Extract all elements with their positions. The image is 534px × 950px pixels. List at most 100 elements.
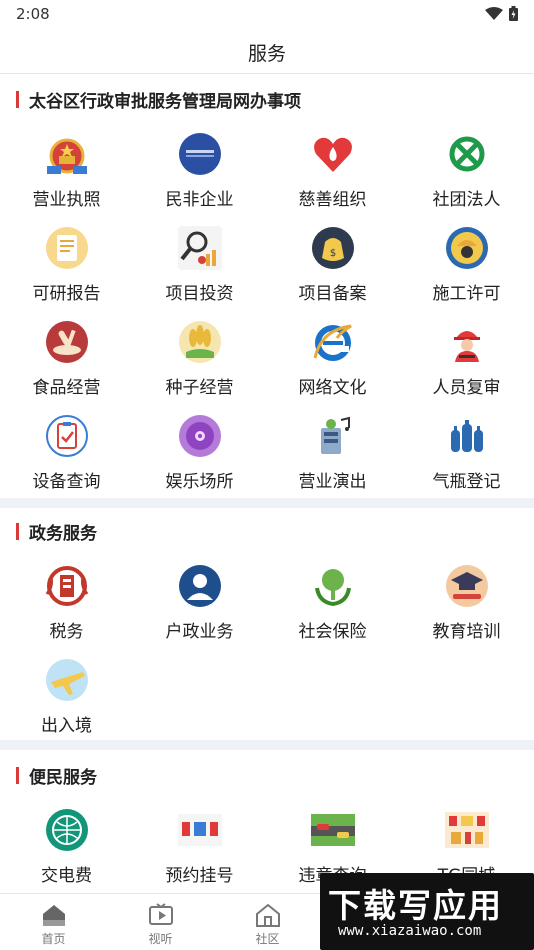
service-label: 教育培训 <box>432 622 501 642</box>
service-personnel-review[interactable]: 人员复审 <box>400 320 533 410</box>
appointment-icon <box>178 814 222 846</box>
traffic-violation-icon <box>311 814 355 846</box>
section-accent-bar <box>16 766 19 784</box>
social-insurance-icon <box>311 564 355 608</box>
service-label: 施工许可 <box>432 284 501 304</box>
section-title: 太谷区行政审批服务管理局网办事项 <box>29 91 301 112</box>
section-government-office: 太谷区行政审批服务管理局网办事项 营业执照 民非企业 慈善组织 社团法人 可研报… <box>0 88 534 498</box>
service-label: 食品经营 <box>32 378 101 398</box>
service-label: 预约挂号 <box>165 866 234 886</box>
music-disc-icon <box>179 415 221 457</box>
service-seed-business[interactable]: 种子经营 <box>133 320 266 410</box>
service-entertainment-venue[interactable]: 娱乐场所 <box>133 414 266 504</box>
charity-heart-icon <box>311 132 355 176</box>
section-title: 政务服务 <box>29 523 97 544</box>
graduation-cap-icon <box>446 565 488 607</box>
service-label: 项目投资 <box>165 284 234 304</box>
service-commercial-performance[interactable]: 营业演出 <box>266 414 399 504</box>
internet-explorer-icon <box>313 324 352 361</box>
service-charity[interactable]: 慈善组织 <box>266 132 399 222</box>
service-non-profit-enterprise[interactable]: 民非企业 <box>133 132 266 222</box>
report-document-icon <box>46 227 88 269</box>
service-label: 户政业务 <box>165 622 234 642</box>
watermark-url: www.xiazaiwao.com <box>338 923 482 939</box>
service-exit-entry[interactable]: 出入境 <box>0 658 133 748</box>
service-education-training[interactable]: 教育培训 <box>400 564 533 654</box>
battery-icon <box>509 6 518 21</box>
service-label: 社团法人 <box>432 190 501 210</box>
service-label: 交电费 <box>41 866 92 886</box>
service-label: 设备查询 <box>32 472 101 492</box>
svg-text:$: $ <box>330 248 336 259</box>
service-project-investment[interactable]: 项目投资 <box>133 226 266 316</box>
person-icon <box>179 565 221 607</box>
tab-label: 首页 <box>41 932 66 946</box>
tab-label: 社区 <box>255 932 280 946</box>
service-label: 营业演出 <box>298 472 367 492</box>
status-time: 2:08 <box>16 5 50 23</box>
service-label: 税务 <box>49 622 84 642</box>
service-label: 民非企业 <box>165 190 234 210</box>
clipboard-check-icon <box>46 415 88 457</box>
service-label: 营业执照 <box>32 190 101 210</box>
status-icons <box>485 6 518 21</box>
service-internet-culture[interactable]: 网络文化 <box>266 320 399 410</box>
service-household-registration[interactable]: 户政业务 <box>133 564 266 654</box>
service-label: 慈善组织 <box>298 190 367 210</box>
service-food-business[interactable]: 食品经营 <box>0 320 133 410</box>
service-project-filing[interactable]: $ 项目备案 <box>266 226 399 316</box>
service-label: 人员复审 <box>432 378 501 398</box>
service-label: 网络文化 <box>298 378 367 398</box>
section-header: 太谷区行政审批服务管理局网办事项 <box>16 88 301 112</box>
food-plate-icon <box>46 321 88 363</box>
service-label: 项目备案 <box>298 284 367 304</box>
service-feasibility-report[interactable]: 可研报告 <box>0 226 133 316</box>
tab-home[interactable]: 首页 <box>0 894 107 950</box>
state-grid-icon <box>46 809 88 851</box>
service-gas-cylinder-registration[interactable]: 气瓶登记 <box>400 414 533 504</box>
service-business-license[interactable]: 营业执照 <box>0 132 133 222</box>
wheat-icon <box>179 321 221 363</box>
section-title: 便民服务 <box>29 767 97 788</box>
title-bar: 服务 <box>0 28 534 74</box>
service-label: 出入境 <box>41 716 92 736</box>
video-icon <box>149 903 173 925</box>
service-label: 气瓶登记 <box>432 472 501 492</box>
tab-video[interactable]: 视听 <box>107 894 214 950</box>
tab-community[interactable]: 社区 <box>214 894 321 950</box>
service-appointment-registration[interactable]: 预约挂号 <box>133 808 266 898</box>
service-social-organization[interactable]: 社团法人 <box>400 132 533 222</box>
tab-label: 视听 <box>148 932 173 946</box>
section-divider <box>0 740 534 750</box>
service-electricity-bill[interactable]: 交电费 <box>0 808 133 898</box>
service-social-insurance[interactable]: 社会保险 <box>266 564 399 654</box>
gas-cylinder-icon <box>451 420 483 452</box>
local-shop-icon <box>445 812 489 848</box>
service-label: 娱乐场所 <box>165 472 234 492</box>
home-icon <box>43 905 65 926</box>
blue-seal-icon <box>179 133 221 175</box>
section-divider <box>0 498 534 508</box>
section-header: 政务服务 <box>16 520 97 544</box>
wifi-icon <box>485 6 503 20</box>
performance-icon <box>321 416 350 454</box>
construction-worker-icon <box>446 227 488 269</box>
watermark-title: 下载写应用 <box>328 886 503 925</box>
status-bar: 2:08 <box>0 0 534 28</box>
section-accent-bar <box>16 90 19 108</box>
money-bag-icon: $ <box>312 227 354 269</box>
worker-helmet-icon <box>454 331 480 362</box>
service-construction-permit[interactable]: 施工许可 <box>400 226 533 316</box>
service-label: 可研报告 <box>32 284 101 304</box>
service-label: 社会保险 <box>298 622 367 642</box>
page-title: 服务 <box>247 43 286 65</box>
tax-emblem-icon <box>45 566 89 606</box>
section-accent-bar <box>16 522 19 540</box>
service-tax[interactable]: 税务 <box>0 564 133 654</box>
community-icon <box>256 903 280 927</box>
service-equipment-inquiry[interactable]: 设备查询 <box>0 414 133 504</box>
section-header: 便民服务 <box>16 764 97 788</box>
green-knot-icon <box>445 132 489 176</box>
investment-magnifier-icon <box>178 226 222 270</box>
airplane-icon <box>46 659 88 701</box>
